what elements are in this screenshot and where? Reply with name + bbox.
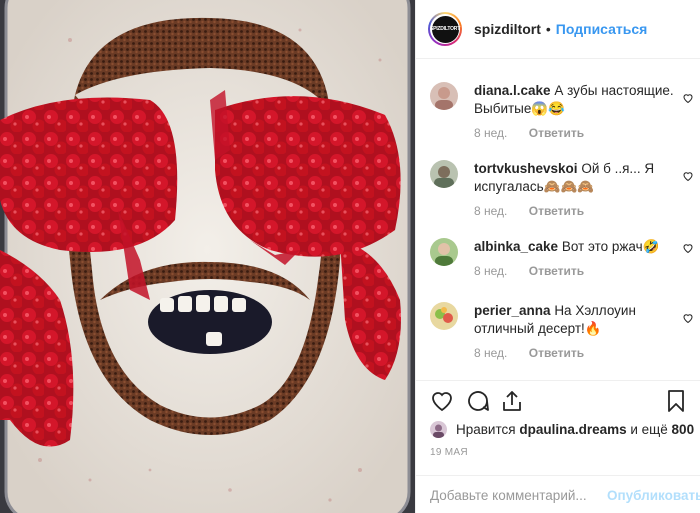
- like-comment-icon[interactable]: [682, 242, 694, 254]
- comment-username[interactable]: perier_anna: [474, 303, 551, 318]
- bookmark-icon[interactable]: [664, 389, 688, 413]
- likes-prefix: Нравится: [456, 422, 520, 437]
- comment-text: Вот это ржач🤣: [561, 239, 660, 254]
- post-actions: Нравится dpaulina.dreams и ещё 800 19 МА…: [416, 380, 700, 513]
- comment-time: 8 нед.: [474, 126, 508, 140]
- likes-summary: Нравится dpaulina.dreams и ещё 800: [430, 421, 694, 438]
- likes-middle: и ещё: [626, 422, 672, 437]
- commenter-avatar[interactable]: [430, 302, 458, 330]
- like-comment-icon[interactable]: [682, 92, 694, 104]
- comment-icon[interactable]: [466, 389, 490, 413]
- liker-username[interactable]: dpaulina.dreams: [519, 422, 626, 437]
- header-separator: •: [545, 21, 551, 37]
- post-photo[interactable]: [0, 0, 415, 513]
- post-header: SPIZDILTORT spizdiltort • Подписаться: [416, 0, 700, 59]
- like-comment-icon[interactable]: [682, 312, 694, 324]
- reply-button[interactable]: Ответить: [529, 126, 584, 140]
- comment-input[interactable]: [430, 487, 607, 503]
- author-username[interactable]: spizdiltort: [474, 21, 541, 37]
- follow-button[interactable]: Подписаться: [556, 21, 648, 37]
- comment-time: 8 нед.: [474, 346, 508, 360]
- comment-username[interactable]: diana.l.cake: [474, 83, 551, 98]
- post-sidebar: SPIZDILTORT spizdiltort • Подписаться di…: [415, 0, 700, 513]
- comment-username[interactable]: albinka_cake: [474, 239, 558, 254]
- post-date[interactable]: 19 МАЯ: [430, 447, 468, 458]
- likes-count[interactable]: 800: [672, 422, 695, 437]
- comment-time: 8 нед.: [474, 264, 508, 278]
- add-comment-bar: Опубликовать: [416, 475, 700, 513]
- comment-username[interactable]: tortvkushevskoi: [474, 161, 578, 176]
- publish-button[interactable]: Опубликовать: [607, 488, 700, 503]
- share-icon[interactable]: [500, 389, 524, 413]
- reply-button[interactable]: Ответить: [529, 204, 584, 218]
- commenter-avatar[interactable]: [430, 238, 458, 266]
- comment-time: 8 нед.: [474, 204, 508, 218]
- commenter-avatar[interactable]: [430, 82, 458, 110]
- heart-icon[interactable]: [430, 389, 454, 413]
- reply-button[interactable]: Ответить: [529, 346, 584, 360]
- cake-face-photo: [0, 0, 415, 513]
- author-avatar[interactable]: SPIZDILTORT: [428, 12, 462, 46]
- avatar-logo: SPIZDILTORT: [430, 15, 460, 43]
- commenter-avatar[interactable]: [430, 160, 458, 188]
- reply-button[interactable]: Ответить: [529, 264, 584, 278]
- liker-avatar[interactable]: [430, 421, 447, 438]
- like-comment-icon[interactable]: [682, 170, 694, 182]
